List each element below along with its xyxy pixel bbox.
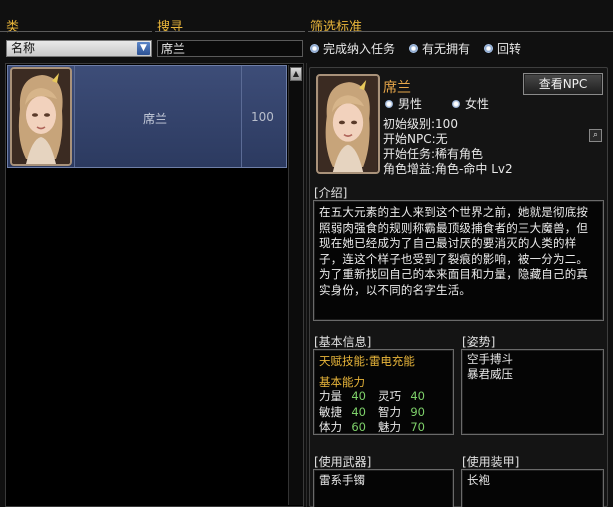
stat-label: 体力 [319, 420, 342, 434]
magnifier-icon[interactable]: ⌕ [589, 129, 602, 142]
stat-value: 90 [410, 404, 425, 419]
basic-info-title: [基本信息] [314, 335, 372, 349]
stat-value: 40 [351, 389, 366, 403]
stat-label: 魅力 [378, 420, 401, 434]
option-label: 有无拥有 [422, 42, 471, 56]
search-label: 搜寻 [157, 20, 184, 35]
stance-item: 空手搏斗 [467, 352, 513, 366]
stat-value: 40 [351, 404, 366, 419]
stat-value: 40 [410, 389, 425, 403]
stat-label: 力量 [319, 389, 342, 403]
option-rotate[interactable]: 回转 [484, 40, 521, 57]
stance-title: [姿势] [462, 335, 496, 349]
talent-text: 天赋技能:雷电充能 [319, 354, 415, 368]
radio-icon [484, 44, 494, 53]
radio-icon [409, 44, 419, 53]
character-name: 席兰 [383, 80, 411, 96]
stats-table: 力量 40 灵巧 40 敏捷 40 智力 90 体力 60 魅力 70 [319, 389, 437, 436]
stat-value: 70 [410, 420, 425, 434]
divider [0, 31, 152, 32]
gender-label: 男性 [398, 97, 423, 111]
stat-label: 智力 [378, 404, 401, 419]
character-list: 席兰 100 ▲ [5, 63, 304, 507]
radio-icon [310, 44, 319, 53]
talent-skill: 天赋技能:雷电充能 [319, 353, 415, 369]
option-label: 完成纳入任务 [323, 42, 396, 56]
category-label: 类 [6, 20, 20, 35]
divider [308, 31, 613, 32]
category-dropdown[interactable]: 名称 ▼ [6, 40, 152, 57]
view-npc-button[interactable]: 查看NPC [523, 73, 603, 95]
divider [306, 63, 307, 507]
role-bonus: 角色增益:角色-命中 Lv2 [383, 162, 513, 176]
scroll-up-icon[interactable]: ▲ [290, 67, 302, 81]
weapon-value: 雷系手镯 [319, 473, 365, 487]
criteria-options: 完成纳入任务 有无拥有 回转 [310, 40, 521, 57]
stat-row: 体力 60 魅力 70 [319, 420, 437, 436]
search-input[interactable] [157, 40, 303, 57]
dropdown-arrow-icon[interactable]: ▼ [137, 42, 150, 55]
category-value: 名称 [11, 41, 36, 55]
divider [241, 66, 242, 167]
list-scrollbar[interactable]: ▲ [288, 65, 303, 505]
list-item-name: 席兰 [143, 112, 168, 126]
list-item[interactable]: 席兰 100 [7, 65, 287, 168]
option-completed-task[interactable]: 完成纳入任务 [310, 40, 395, 57]
character-portrait [316, 74, 380, 174]
armor-title: [使用装甲] [462, 455, 520, 469]
portrait-image [318, 76, 378, 172]
divider [155, 31, 305, 32]
stat-row: 力量 40 灵巧 40 [319, 389, 437, 405]
portrait-image [12, 69, 70, 164]
intro-text: 在五大元素的主人来到这个世界之前，她就是彻底按照弱肉强食的规则称霸最顶级捕食者的… [319, 205, 589, 297]
option-label: 回转 [497, 42, 522, 56]
option-owned[interactable]: 有无拥有 [409, 40, 470, 57]
divider [74, 66, 75, 167]
basic-ability-label: 基本能力 [319, 375, 365, 389]
radio-icon [385, 99, 393, 108]
intro-title: [介绍] [314, 186, 348, 200]
stat-label: 敏捷 [319, 404, 342, 419]
list-item-level: 100 [251, 110, 274, 124]
gender-female-option[interactable]: 女性 [452, 95, 489, 112]
radio-icon [452, 99, 460, 108]
criteria-label: 筛选标准 [310, 20, 363, 35]
stat-row: 敏捷 40 智力 90 [319, 405, 437, 421]
stance-list: 空手搏斗 暴君威压 [467, 352, 513, 382]
gender-label: 女性 [465, 97, 490, 111]
stat-value: 60 [351, 420, 366, 434]
stance-item: 暴君威压 [467, 367, 513, 381]
character-detail-panel: 席兰 查看NPC 男性 女性 初始级别:100 开始NPC:无 开始任务:稀有角… [309, 67, 608, 507]
weapon-title: [使用武器] [314, 455, 372, 469]
armor-value: 长袍 [467, 473, 490, 487]
character-portrait [10, 67, 72, 166]
stat-label: 灵巧 [378, 389, 401, 403]
gender-male-option[interactable]: 男性 [385, 95, 422, 112]
